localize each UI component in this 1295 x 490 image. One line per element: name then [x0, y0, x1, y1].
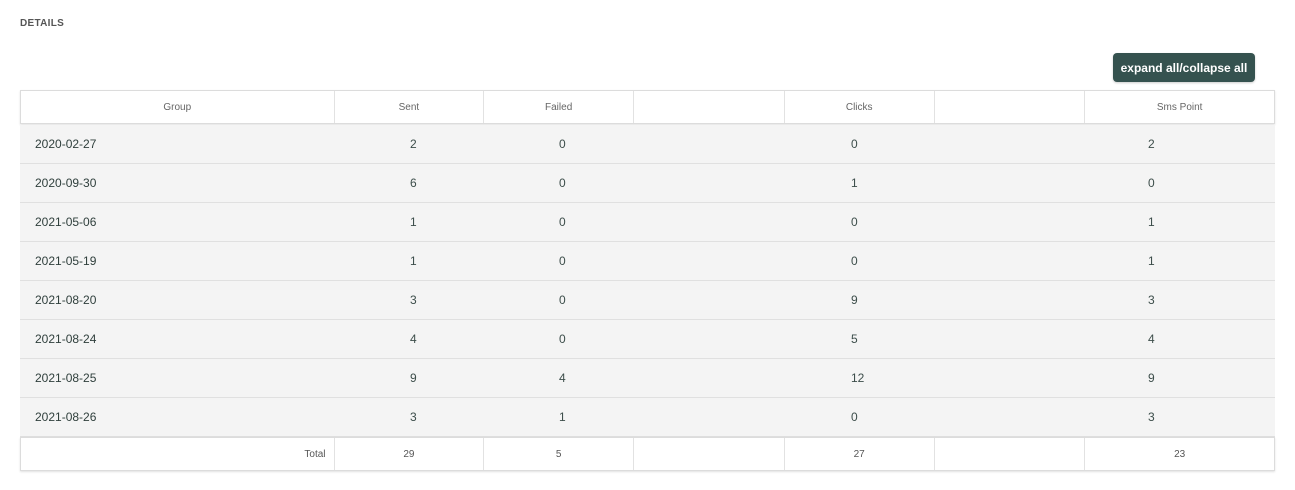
failed-cell: 4 [559, 371, 566, 385]
sms-point-cell: 1 [1148, 215, 1155, 229]
column-header-clicks[interactable]: Clicks [785, 91, 935, 123]
failed-cell: 0 [559, 332, 566, 346]
empty-cell [634, 164, 785, 202]
empty-cell [634, 125, 785, 163]
failed-cell: 0 [559, 176, 566, 190]
clicks-cell: 5 [851, 332, 858, 346]
empty-cell [935, 125, 1086, 163]
sms-point-cell: 3 [1148, 410, 1155, 424]
failed-cell: 1 [559, 410, 566, 424]
empty-cell [634, 281, 785, 319]
table-footer: Total 29 5 27 23 [20, 437, 1275, 471]
clicks-cell: 9 [851, 293, 858, 307]
group-cell: 2021-05-19 [35, 254, 97, 268]
failed-cell: 0 [559, 254, 566, 268]
sent-cell: 2 [410, 137, 417, 151]
column-header-empty-1 [634, 91, 785, 123]
table-row[interactable]: 2020-02-27 2 0 0 2 [20, 125, 1275, 164]
empty-cell [935, 398, 1086, 436]
table-row[interactable]: 2020-09-30 6 0 1 0 [20, 164, 1275, 203]
total-label: Total [21, 438, 335, 470]
empty-cell [935, 359, 1086, 397]
sms-point-cell: 9 [1148, 371, 1155, 385]
table-body: 2020-02-27 2 0 0 2 2020-09-30 6 0 1 0 2021-05-06 1 0… [20, 125, 1275, 437]
clicks-cell: 0 [851, 137, 858, 151]
sms-point-cell: 2 [1148, 137, 1155, 151]
group-cell: 2021-08-24 [35, 332, 97, 346]
group-cell: 2020-09-30 [35, 176, 97, 190]
table-row[interactable]: 2021-08-26 3 1 0 3 [20, 398, 1275, 437]
clicks-cell: 0 [851, 254, 858, 268]
table-header: Group Sent Failed Clicks Sms Point [20, 90, 1275, 124]
empty-cell [935, 242, 1086, 280]
failed-cell: 0 [559, 293, 566, 307]
table-row[interactable]: 2021-08-20 3 0 9 3 [20, 281, 1275, 320]
column-header-sms-point[interactable]: Sms Point [1085, 91, 1274, 123]
empty-cell [634, 398, 785, 436]
group-cell: 2021-08-25 [35, 371, 97, 385]
expand-collapse-all-button[interactable]: expand all/collapse all [1113, 53, 1255, 82]
sent-cell: 6 [410, 176, 417, 190]
details-table: Group Sent Failed Clicks Sms Point 2020-… [20, 90, 1275, 471]
sent-cell: 3 [410, 293, 417, 307]
empty-cell [634, 203, 785, 241]
empty-cell [935, 281, 1086, 319]
group-cell: 2020-02-27 [35, 137, 97, 151]
table-row[interactable]: 2021-05-19 1 0 0 1 [20, 242, 1275, 281]
total-empty-2 [935, 438, 1086, 470]
total-empty-1 [634, 438, 785, 470]
group-cell: 2021-05-06 [35, 215, 97, 229]
sms-point-cell: 3 [1148, 293, 1155, 307]
group-cell: 2021-08-20 [35, 293, 97, 307]
failed-cell: 0 [559, 137, 566, 151]
empty-cell [935, 203, 1086, 241]
sent-cell: 1 [410, 254, 417, 268]
sent-cell: 9 [410, 371, 417, 385]
table-row[interactable]: 2021-05-06 1 0 0 1 [20, 203, 1275, 242]
clicks-cell: 1 [851, 176, 858, 190]
sent-cell: 4 [410, 332, 417, 346]
sent-cell: 1 [410, 215, 417, 229]
clicks-cell: 0 [851, 215, 858, 229]
column-header-sent[interactable]: Sent [335, 91, 485, 123]
section-title: DETAILS [20, 18, 65, 29]
empty-cell [634, 320, 785, 358]
sms-point-cell: 0 [1148, 176, 1155, 190]
group-cell: 2021-08-26 [35, 410, 97, 424]
table-row[interactable]: 2021-08-24 4 0 5 4 [20, 320, 1275, 359]
column-header-group[interactable]: Group [21, 91, 335, 123]
empty-cell [935, 320, 1086, 358]
sms-point-cell: 4 [1148, 332, 1155, 346]
empty-cell [634, 359, 785, 397]
total-failed: 5 [484, 438, 635, 470]
total-sent: 29 [335, 438, 485, 470]
empty-cell [634, 242, 785, 280]
column-header-empty-2 [935, 91, 1086, 123]
clicks-cell: 0 [851, 410, 858, 424]
details-page: DETAILS expand all/collapse all Group Se… [0, 0, 1295, 490]
clicks-cell: 12 [851, 371, 865, 385]
failed-cell: 0 [559, 215, 566, 229]
empty-cell [935, 164, 1086, 202]
total-clicks: 27 [785, 438, 935, 470]
total-sms-point: 23 [1174, 448, 1186, 460]
column-header-failed[interactable]: Failed [484, 91, 635, 123]
sent-cell: 3 [410, 410, 417, 424]
sms-point-cell: 1 [1148, 254, 1155, 268]
table-row[interactable]: 2021-08-25 9 4 12 9 [20, 359, 1275, 398]
